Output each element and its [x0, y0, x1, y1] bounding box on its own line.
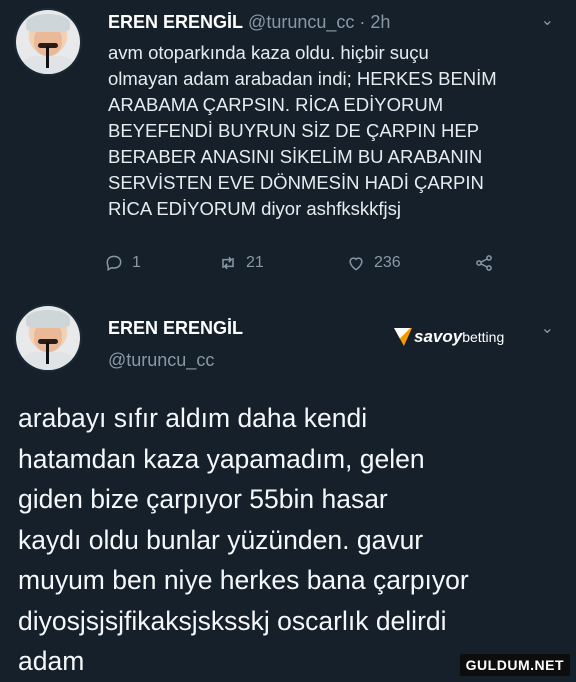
- tweet-actions: 1 21 236: [104, 253, 504, 275]
- brand-suffix: betting: [462, 329, 505, 345]
- avatar[interactable]: [16, 306, 80, 370]
- heart-icon: [349, 257, 363, 271]
- logo-mark-icon: [394, 328, 412, 346]
- retweet-icon: [222, 256, 234, 270]
- retweet-count: 21: [246, 254, 264, 271]
- like-count: 236: [374, 254, 401, 271]
- tweet-text: avm otoparkında kaza oldu. hiçbir suçu o…: [108, 42, 497, 219]
- avatar[interactable]: [16, 10, 80, 74]
- author-handle[interactable]: @turuncu_cc: [248, 12, 354, 32]
- reply-button[interactable]: 1: [104, 253, 141, 273]
- share-icon: [476, 255, 492, 271]
- author-handle[interactable]: @turuncu_cc: [108, 350, 214, 371]
- watermark: GULDUM.NET: [459, 654, 570, 676]
- timestamp[interactable]: · 2h: [359, 12, 390, 32]
- reply-count: 1: [132, 254, 141, 271]
- like-button[interactable]: 236: [346, 253, 401, 273]
- chevron-down-icon[interactable]: ⌄: [541, 318, 554, 338]
- brand-name: savoy: [414, 327, 463, 346]
- tweet-header: EREN ERENGİL @turuncu_cc · 2h: [108, 12, 390, 33]
- author-name[interactable]: EREN ERENGİL: [108, 12, 243, 32]
- chevron-down-icon[interactable]: ⌄: [541, 10, 554, 30]
- tweet-text: arabayı sıfır aldım daha kendi hatamdan …: [18, 403, 469, 676]
- author-name[interactable]: EREN ERENGİL: [108, 318, 243, 339]
- retweet-button[interactable]: 21: [218, 253, 264, 273]
- tweet-1: EREN ERENGİL @turuncu_cc · 2h ⌄ avm otop…: [0, 0, 576, 290]
- brand-logo: savoy betting: [394, 327, 504, 347]
- share-button[interactable]: [474, 253, 494, 273]
- reply-icon: [106, 255, 122, 271]
